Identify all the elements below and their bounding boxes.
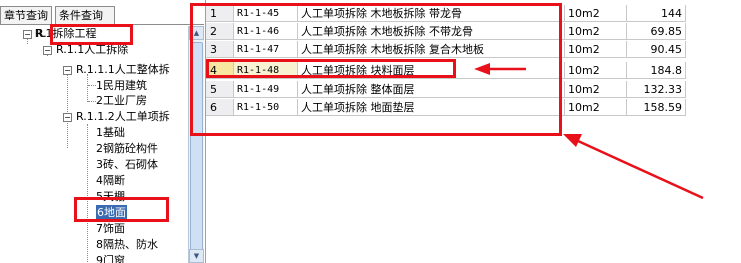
annotation-arrows	[474, 63, 704, 200]
arrow-to-table-icon	[577, 139, 704, 200]
arrow-head-icon	[474, 63, 490, 75]
